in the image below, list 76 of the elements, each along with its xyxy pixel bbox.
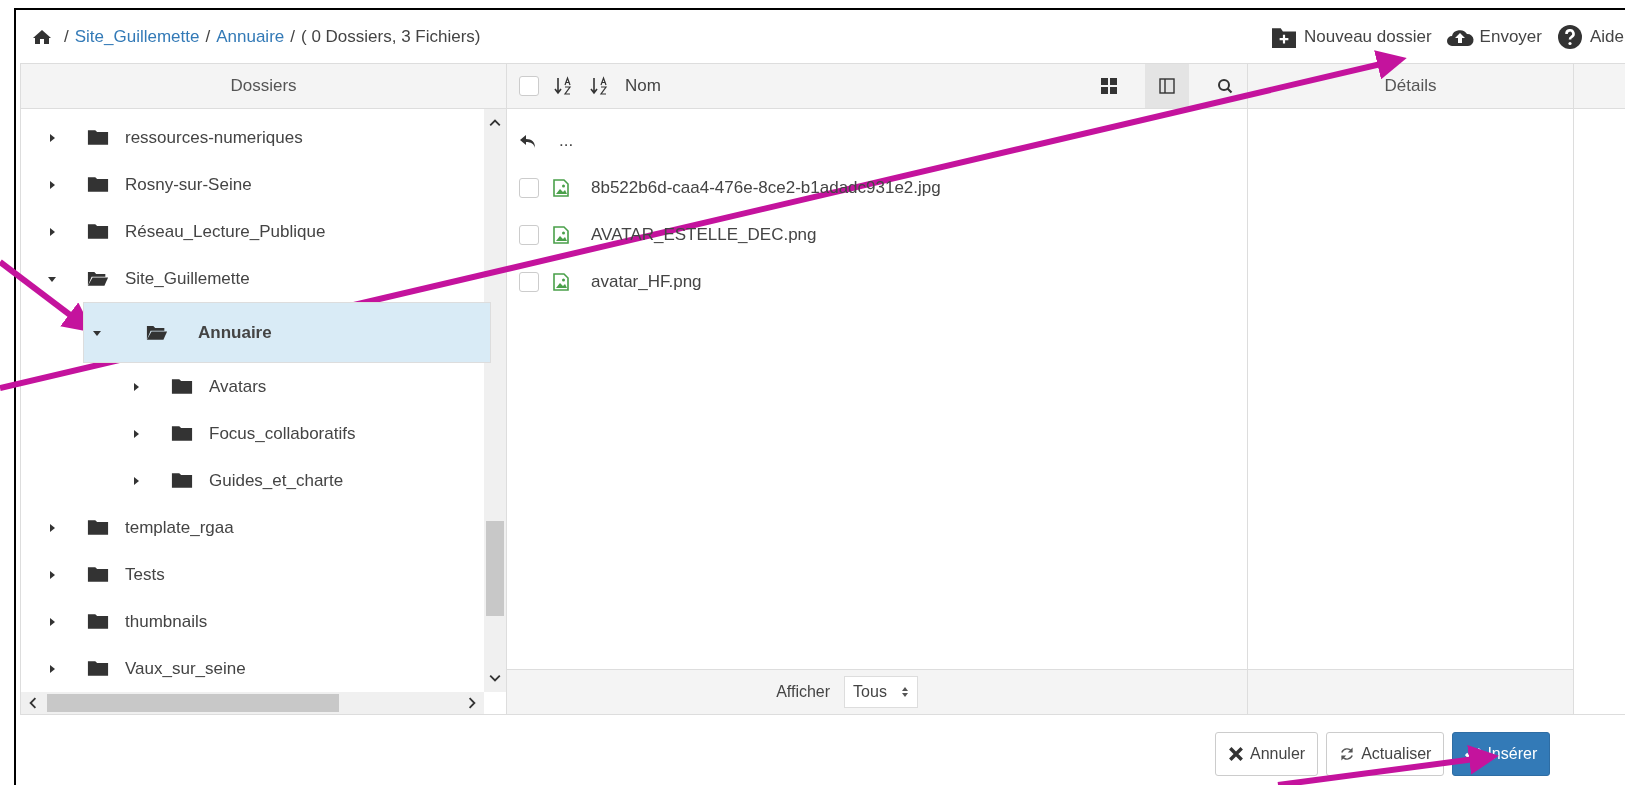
caret-right-icon[interactable] xyxy=(47,569,57,580)
folder-tree-item[interactable]: thumbnails xyxy=(41,598,437,645)
file-checkbox[interactable] xyxy=(519,177,539,198)
file-checkbox[interactable] xyxy=(519,224,539,245)
scroll-up-icon[interactable] xyxy=(489,117,501,129)
separator: / xyxy=(205,26,211,47)
toolbar-button[interactable]: Nouveau dossier xyxy=(1270,24,1432,49)
image-file-icon xyxy=(553,225,569,244)
grid-icon xyxy=(1101,78,1117,94)
panel-header: Dossiers xyxy=(21,64,506,109)
folder-icon xyxy=(171,425,193,442)
display-label: Afficher xyxy=(776,683,831,701)
horizontal-scrollbar[interactable] xyxy=(21,692,484,714)
cancel-button[interactable]: Annuler xyxy=(1215,732,1319,776)
breadcrumb-link[interactable]: Annuaire xyxy=(216,26,285,47)
name-column-header[interactable]: Nom xyxy=(625,76,661,96)
separator: / xyxy=(290,26,295,47)
image-file-icon xyxy=(553,272,569,291)
folder-tree-item[interactable]: Annuaire xyxy=(83,302,491,363)
folder-icon xyxy=(171,472,193,489)
display-select[interactable]: Tous xyxy=(844,676,918,708)
select-all-checkbox[interactable] xyxy=(519,76,539,96)
scrollbar-thumb[interactable] xyxy=(47,694,339,712)
caret-right-icon[interactable] xyxy=(47,663,57,674)
folder-icon xyxy=(87,129,109,146)
caret-right-icon[interactable] xyxy=(47,522,57,533)
column-view-button[interactable] xyxy=(1145,64,1189,108)
scroll-right-icon[interactable] xyxy=(466,697,478,709)
caret-right-icon[interactable] xyxy=(131,475,141,486)
file-checkbox[interactable] xyxy=(519,271,539,292)
scroll-left-icon[interactable] xyxy=(27,697,39,709)
folder-tree-item[interactable]: Vaux_sur_seine xyxy=(41,645,437,692)
caret-right-icon[interactable] xyxy=(131,428,141,439)
folder-tree-item[interactable]: Avatars xyxy=(125,363,506,410)
back-icon[interactable] xyxy=(519,132,537,149)
folder-summary: ( 0 Dossiers, 3 Fichiers) xyxy=(301,26,481,47)
updown-icon xyxy=(900,685,909,699)
scrollbar-thumb[interactable] xyxy=(486,521,504,616)
caret-right-icon[interactable] xyxy=(47,179,57,190)
folder-icon xyxy=(171,378,193,395)
help-icon xyxy=(1555,24,1584,49)
breadcrumb-link[interactable]: Site_Guillemette xyxy=(74,26,200,47)
folder-icon xyxy=(87,519,109,536)
refresh-icon xyxy=(1339,746,1356,762)
folder-tree-item[interactable]: Réseau_Lecture_Publique xyxy=(41,208,437,255)
toolbar-button[interactable]: Envoyer xyxy=(1445,24,1542,49)
image-file-icon xyxy=(553,178,569,197)
folder-icon xyxy=(87,660,109,677)
caret-right-icon[interactable] xyxy=(47,616,57,627)
folder-icon xyxy=(87,566,109,583)
folder-tree-item[interactable]: Tests xyxy=(41,551,437,598)
search-icon xyxy=(1217,78,1233,94)
folder-tree-item[interactable]: Focus_collaboratifs xyxy=(125,410,506,457)
separator: / xyxy=(64,26,69,47)
folder-tree-item[interactable]: template_rgaa xyxy=(41,504,437,551)
vertical-scrollbar[interactable] xyxy=(484,109,506,692)
open-folder-icon xyxy=(87,270,109,287)
toolbar-button[interactable]: Aide xyxy=(1555,24,1624,49)
folder-icon xyxy=(87,223,109,240)
folder-icon xyxy=(87,176,109,193)
caret-right-icon[interactable] xyxy=(47,226,57,237)
folder-tree-item[interactable]: Rosny-sur-Seine xyxy=(41,161,437,208)
file-name[interactable]: avatar_HF.png xyxy=(591,271,702,292)
panel-header: Détails xyxy=(1248,64,1573,109)
open-folder-icon xyxy=(146,324,168,341)
folder-tree-item[interactable]: ressources-numeriques xyxy=(41,114,437,161)
home-icon[interactable] xyxy=(32,28,52,45)
columns-icon xyxy=(1159,78,1175,94)
caret-right-icon[interactable] xyxy=(131,381,141,392)
close-icon xyxy=(1228,746,1244,762)
folder-icon xyxy=(87,613,109,630)
folder-tree-item[interactable]: Site_Guillemette xyxy=(41,255,437,302)
caret-right-icon[interactable] xyxy=(47,132,57,143)
parent-folder-link[interactable]: ... xyxy=(559,130,574,151)
scroll-down-icon[interactable] xyxy=(489,672,501,684)
folder-tree-item[interactable]: Guides_et_charte xyxy=(125,457,506,504)
